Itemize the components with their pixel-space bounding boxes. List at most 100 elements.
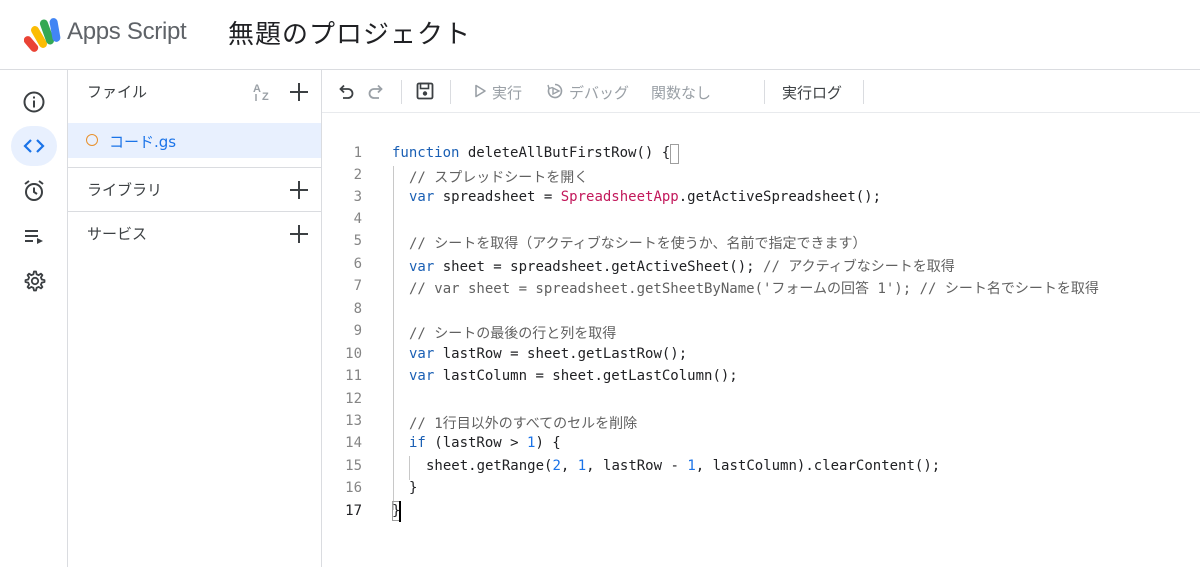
sort-az-icon[interactable]: A Z bbox=[252, 81, 274, 103]
services-section: サービス bbox=[68, 211, 321, 255]
alarm-clock-icon bbox=[24, 180, 44, 201]
code-line: 14 if (lastRow > 1) { bbox=[322, 432, 1200, 454]
execution-log-button[interactable]: 実行ログ bbox=[782, 82, 842, 103]
info-icon bbox=[23, 91, 45, 113]
code-line: 6 var sheet = spreadsheet.getActiveSheet… bbox=[322, 253, 1200, 275]
libraries-label: ライブラリ bbox=[87, 181, 163, 199]
line-number: 14 bbox=[345, 435, 362, 451]
rail-editor[interactable] bbox=[11, 126, 57, 166]
code-editor[interactable]: 1 function deleteAllButFirstRow() { 2 //… bbox=[322, 114, 1200, 567]
line-number: 16 bbox=[345, 480, 362, 496]
line-number: 3 bbox=[353, 189, 362, 205]
line-number: 17 bbox=[345, 503, 362, 519]
code-token: .getActiveSpreadsheet(); bbox=[678, 189, 882, 205]
undo-icon[interactable] bbox=[336, 81, 356, 101]
code-token: , bbox=[560, 458, 578, 474]
line-number: 9 bbox=[353, 323, 362, 339]
code-line: 10 var lastRow = sheet.getLastRow(); bbox=[322, 343, 1200, 365]
code-line: 11 var lastColumn = sheet.getLastColumn(… bbox=[322, 365, 1200, 387]
line-number: 4 bbox=[353, 211, 362, 227]
app-name[interactable]: Apps Script bbox=[67, 18, 187, 46]
files-label: ファイル bbox=[87, 83, 148, 101]
files-panel: ファイル A Z コード.gs ライブラリ サービス bbox=[68, 70, 322, 567]
code-token: sheet.getRange( bbox=[426, 458, 553, 474]
svg-text:A: A bbox=[253, 83, 261, 95]
code-text: var lastColumn = sheet.getLastColumn(); bbox=[409, 368, 738, 384]
code-token: , lastRow - bbox=[586, 458, 688, 474]
file-item-code-gs[interactable]: コード.gs bbox=[68, 123, 321, 158]
line-number: 12 bbox=[345, 391, 362, 407]
rail-overview[interactable] bbox=[11, 82, 57, 122]
redo-icon[interactable] bbox=[366, 81, 386, 101]
code-text: var lastRow = sheet.getLastRow(); bbox=[409, 346, 687, 362]
rail-settings[interactable] bbox=[11, 261, 57, 301]
code-text: if (lastRow > 1) { bbox=[409, 435, 561, 451]
toolbar-separator bbox=[401, 80, 402, 104]
toolbar-separator bbox=[863, 80, 864, 104]
code-line: 4 bbox=[322, 208, 1200, 230]
code-icon bbox=[23, 139, 45, 153]
number-token: 1 bbox=[687, 458, 696, 474]
keyword-token: var bbox=[409, 368, 435, 384]
toolbar-separator bbox=[764, 80, 765, 104]
code-text: function deleteAllButFirstRow() { bbox=[392, 145, 670, 161]
code-token: lastRow = sheet.getLastRow(); bbox=[434, 346, 688, 362]
code-text: } bbox=[392, 503, 401, 519]
file-unsaved-dot-icon bbox=[86, 134, 98, 146]
debug-button[interactable]: デバッグ bbox=[569, 82, 629, 103]
gear-icon bbox=[24, 270, 46, 292]
code-line: 3 var spreadsheet = SpreadsheetApp.getAc… bbox=[322, 186, 1200, 208]
project-title[interactable]: 無題のプロジェクト bbox=[228, 14, 471, 51]
code-line: 5 // シートを取得（アクティブなシートを使うか、名前で指定できます） bbox=[322, 230, 1200, 252]
file-name: コード.gs bbox=[109, 133, 177, 151]
code-token: ) { bbox=[535, 435, 561, 451]
libraries-section: ライブラリ bbox=[68, 167, 321, 211]
code-token: lastColumn = sheet.getLastColumn(); bbox=[434, 368, 738, 384]
comment-token: // アクティブなシートを取得 bbox=[763, 259, 955, 275]
function-select[interactable]: 関数なし bbox=[651, 82, 711, 103]
code-line: 15 sheet.getRange(2, 1, lastRow - 1, las… bbox=[322, 455, 1200, 477]
debug-icon[interactable] bbox=[545, 81, 565, 101]
line-number: 6 bbox=[353, 256, 362, 272]
code-line: 13 // 1行目以外のすべてのセルを削除 bbox=[322, 410, 1200, 432]
add-file-plus-icon[interactable] bbox=[289, 82, 309, 102]
line-number: 13 bbox=[345, 413, 362, 429]
save-icon[interactable] bbox=[415, 81, 435, 101]
apps-script-logo-icon[interactable] bbox=[24, 16, 62, 52]
code-line: 12 bbox=[322, 388, 1200, 410]
services-label: サービス bbox=[87, 225, 148, 243]
keyword-token: function bbox=[392, 145, 460, 161]
add-library-plus-icon[interactable] bbox=[289, 180, 309, 200]
line-number: 15 bbox=[345, 458, 362, 474]
code-text: } bbox=[409, 480, 418, 496]
add-service-plus-icon[interactable] bbox=[289, 224, 309, 244]
toolbar-separator bbox=[450, 80, 451, 104]
line-number: 10 bbox=[345, 346, 362, 362]
number-token: 1 bbox=[577, 458, 587, 474]
run-play-icon[interactable] bbox=[470, 81, 490, 101]
svg-text:Z: Z bbox=[262, 91, 269, 103]
code-text: var sheet = spreadsheet.getActiveSheet()… bbox=[409, 256, 955, 276]
files-header: ファイル A Z bbox=[68, 70, 321, 113]
executions-list-icon bbox=[25, 230, 43, 244]
comment-text: // シートの最後の行と列を取得 bbox=[409, 326, 617, 342]
rail-executions[interactable] bbox=[11, 216, 57, 256]
editor-toolbar: 実行 デバッグ 関数なし 実行ログ bbox=[322, 70, 1200, 113]
rail-triggers[interactable] bbox=[11, 171, 57, 211]
line-number: 2 bbox=[353, 167, 362, 183]
line-number: 5 bbox=[353, 233, 362, 249]
code-token: sheet = spreadsheet.getActiveSheet(); bbox=[434, 259, 764, 275]
code-line: 17 } bbox=[322, 500, 1200, 522]
code-text: var spreadsheet = SpreadsheetApp.getActi… bbox=[409, 189, 881, 205]
code-text: sheet.getRange(2, 1, lastRow - 1, lastCo… bbox=[426, 458, 940, 474]
comment-text: // var sheet = spreadsheet.getSheetByNam… bbox=[409, 281, 1099, 297]
line-number: 1 bbox=[353, 145, 362, 161]
code-line: 1 function deleteAllButFirstRow() { bbox=[322, 142, 1200, 164]
code-line: 16 } bbox=[322, 477, 1200, 499]
line-number: 8 bbox=[353, 301, 362, 317]
comment-text: // シートを取得（アクティブなシートを使うか、名前で指定できます） bbox=[409, 236, 867, 252]
number-token: 2 bbox=[552, 458, 561, 474]
run-button[interactable]: 実行 bbox=[492, 82, 522, 103]
left-nav-rail bbox=[0, 70, 68, 567]
code-line: 7 // var sheet = spreadsheet.getSheetByN… bbox=[322, 275, 1200, 297]
